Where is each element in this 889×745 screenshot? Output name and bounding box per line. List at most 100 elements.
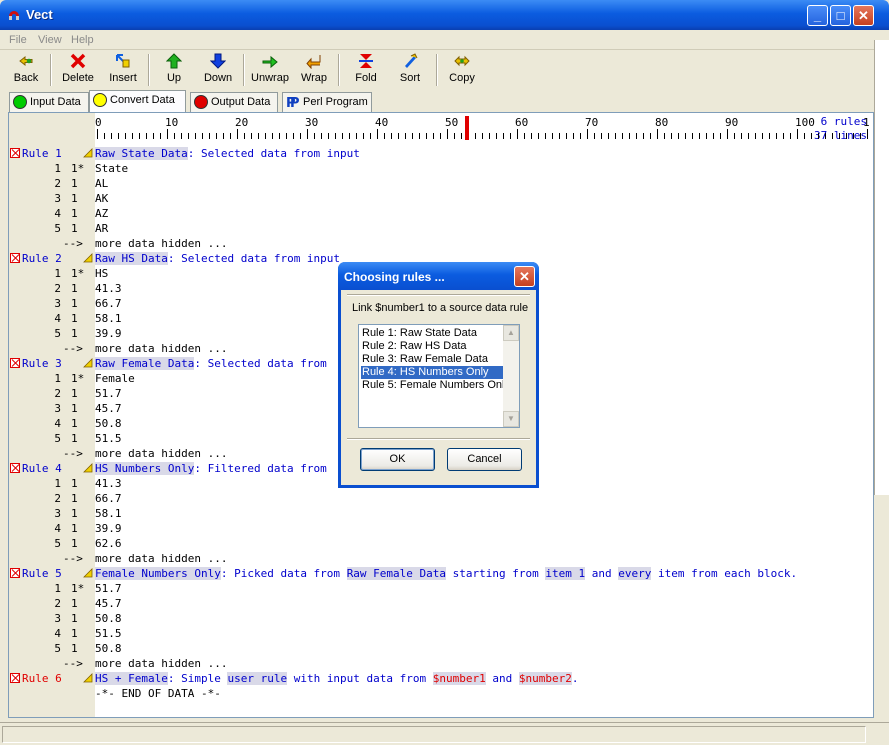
ruler-tick	[860, 133, 861, 139]
list-item[interactable]: Rule 3: Raw Female Data	[361, 353, 503, 366]
back-button[interactable]: Back	[8, 53, 44, 87]
rule-name[interactable]: HS + Female	[95, 672, 168, 685]
tab-convert-data[interactable]: Convert Data	[89, 90, 186, 112]
unwrap-button[interactable]: Unwrap	[250, 53, 290, 87]
edit-rule-icon[interactable]	[83, 462, 93, 473]
copy-button[interactable]: Copy	[446, 53, 478, 87]
delete-rule-icon[interactable]	[10, 253, 20, 263]
delete-rule-icon[interactable]	[10, 358, 20, 368]
rule-header[interactable]: Rule 6 HS + Female: Simple user rule with…	[9, 671, 873, 686]
rule-name[interactable]: Female Numbers Only	[95, 567, 221, 580]
menu-file[interactable]: File	[9, 34, 27, 46]
more-data-text[interactable]: more data hidden ...	[95, 236, 227, 251]
tab-input-data[interactable]: Input Data	[9, 92, 89, 112]
ruler-tick	[566, 133, 567, 139]
edit-rule-icon[interactable]	[83, 147, 93, 158]
row-gutter: 51	[9, 641, 95, 656]
more-data-text[interactable]: more data hidden ...	[95, 446, 227, 461]
delete-rule-icon[interactable]	[10, 673, 20, 683]
rule-parameter[interactable]: every	[618, 567, 652, 580]
down-button[interactable]: Down	[200, 53, 236, 87]
rule-name[interactable]: HS Numbers Only	[95, 462, 195, 475]
list-item-selected[interactable]: Rule 4: HS Numbers Only	[361, 366, 503, 379]
row-block: 1	[71, 387, 78, 400]
insert-button[interactable]: Insert	[105, 53, 141, 87]
row-value: HS	[95, 267, 109, 280]
rule-listbox[interactable]: Rule 1: Raw State Data Rule 2: Raw HS Da…	[358, 324, 520, 428]
rule-parameter[interactable]: $number1	[432, 672, 486, 685]
row-gutter: -->	[9, 341, 95, 356]
menu-view[interactable]: View	[38, 34, 62, 46]
ruler-tick	[335, 133, 336, 139]
ruler-tick	[412, 133, 413, 139]
cancel-button[interactable]: Cancel	[447, 448, 522, 471]
wrap-button[interactable]: Wrap	[296, 53, 332, 87]
delete-rule-icon[interactable]	[10, 568, 20, 578]
close-button[interactable]: ✕	[853, 5, 874, 26]
up-button[interactable]: Up	[158, 53, 190, 87]
row-number: 4	[54, 522, 61, 535]
ruler-tick	[188, 133, 189, 139]
ruler-scale[interactable]: 0 10 20 30 40 50 60 70 80 90 100 1	[95, 113, 873, 146]
minimize-button[interactable]: _	[807, 5, 828, 26]
more-arrow: -->	[63, 342, 83, 355]
ruler-tick	[678, 133, 679, 139]
dialog-close-button[interactable]: ✕	[514, 266, 535, 287]
maximize-button[interactable]: □	[830, 5, 851, 26]
row-number: 1	[54, 162, 61, 175]
more-data-text[interactable]: more data hidden ...	[95, 551, 227, 566]
ruler-tick	[664, 133, 665, 139]
row-gutter: 1 1*	[9, 266, 95, 281]
delete-button[interactable]: Delete	[58, 53, 98, 87]
fold-button[interactable]: Fold	[348, 53, 384, 87]
rule-parameter[interactable]: user rule	[227, 672, 288, 685]
list-item[interactable]: Rule 1: Raw State Data	[361, 327, 503, 340]
rule-name[interactable]: Raw Female Data	[95, 357, 195, 370]
ruler-tick-label: 20	[235, 116, 249, 129]
more-data-row[interactable]: --> more data hidden ...	[9, 656, 873, 671]
more-data-text[interactable]: more data hidden ...	[95, 656, 227, 671]
list-item[interactable]: Rule 5: Female Numbers Only	[361, 379, 503, 392]
toolbar-separator	[436, 54, 438, 86]
ruler-tick	[174, 133, 175, 139]
scroll-down-icon[interactable]: ▼	[503, 411, 519, 427]
window-title: Vect	[26, 7, 53, 22]
tab-perl-program[interactable]: PP Perl Program	[282, 92, 372, 112]
menu-help[interactable]: Help	[71, 34, 94, 46]
more-data-text[interactable]: more data hidden ...	[95, 341, 227, 356]
edit-rule-icon[interactable]	[83, 357, 93, 368]
rule-parameter[interactable]: item 1	[545, 567, 586, 580]
row-number: 1	[54, 372, 61, 385]
rule-parameter[interactable]: $number2	[518, 672, 572, 685]
ruler-tick	[629, 133, 630, 139]
ruler-tick	[545, 133, 546, 139]
row-gutter: 41	[9, 311, 95, 326]
rule-parameter[interactable]: Raw Female Data	[346, 567, 447, 580]
scroll-up-icon[interactable]: ▲	[503, 325, 519, 341]
column-cursor-marker[interactable]	[465, 116, 469, 140]
rule-header[interactable]: Rule 1 Raw State Data: Selected data from…	[9, 146, 873, 161]
delete-rule-icon[interactable]	[10, 148, 20, 158]
background-window-edge	[874, 40, 889, 495]
row-gutter: -->	[9, 656, 95, 671]
rule-text: item from each block.	[651, 567, 798, 580]
delete-rule-icon[interactable]	[10, 463, 20, 473]
rule-header[interactable]: Rule 5 Female Numbers Only: Picked data f…	[9, 566, 873, 581]
rule-name[interactable]: Raw HS Data	[95, 252, 168, 265]
listbox-scrollbar[interactable]: ▲ ▼	[503, 325, 519, 427]
tab-output-data[interactable]: Output Data	[190, 92, 278, 112]
ruler-tick-label: 90	[725, 116, 739, 129]
row-number: 5	[54, 432, 61, 445]
ok-button[interactable]: OK	[360, 448, 435, 471]
dialog-divider	[347, 294, 530, 296]
edit-rule-icon[interactable]	[83, 252, 93, 263]
sort-button[interactable]: Sort	[394, 53, 426, 87]
row-value: 58.1	[95, 507, 122, 520]
more-data-row[interactable]: --> more data hidden ...	[9, 236, 873, 251]
more-data-row[interactable]: --> more data hidden ...	[9, 551, 873, 566]
rule-name[interactable]: Raw State Data	[95, 147, 188, 160]
edit-rule-icon[interactable]	[83, 672, 93, 683]
row-block: 1*	[71, 372, 85, 385]
edit-rule-icon[interactable]	[83, 567, 93, 578]
list-item[interactable]: Rule 2: Raw HS Data	[361, 340, 503, 353]
